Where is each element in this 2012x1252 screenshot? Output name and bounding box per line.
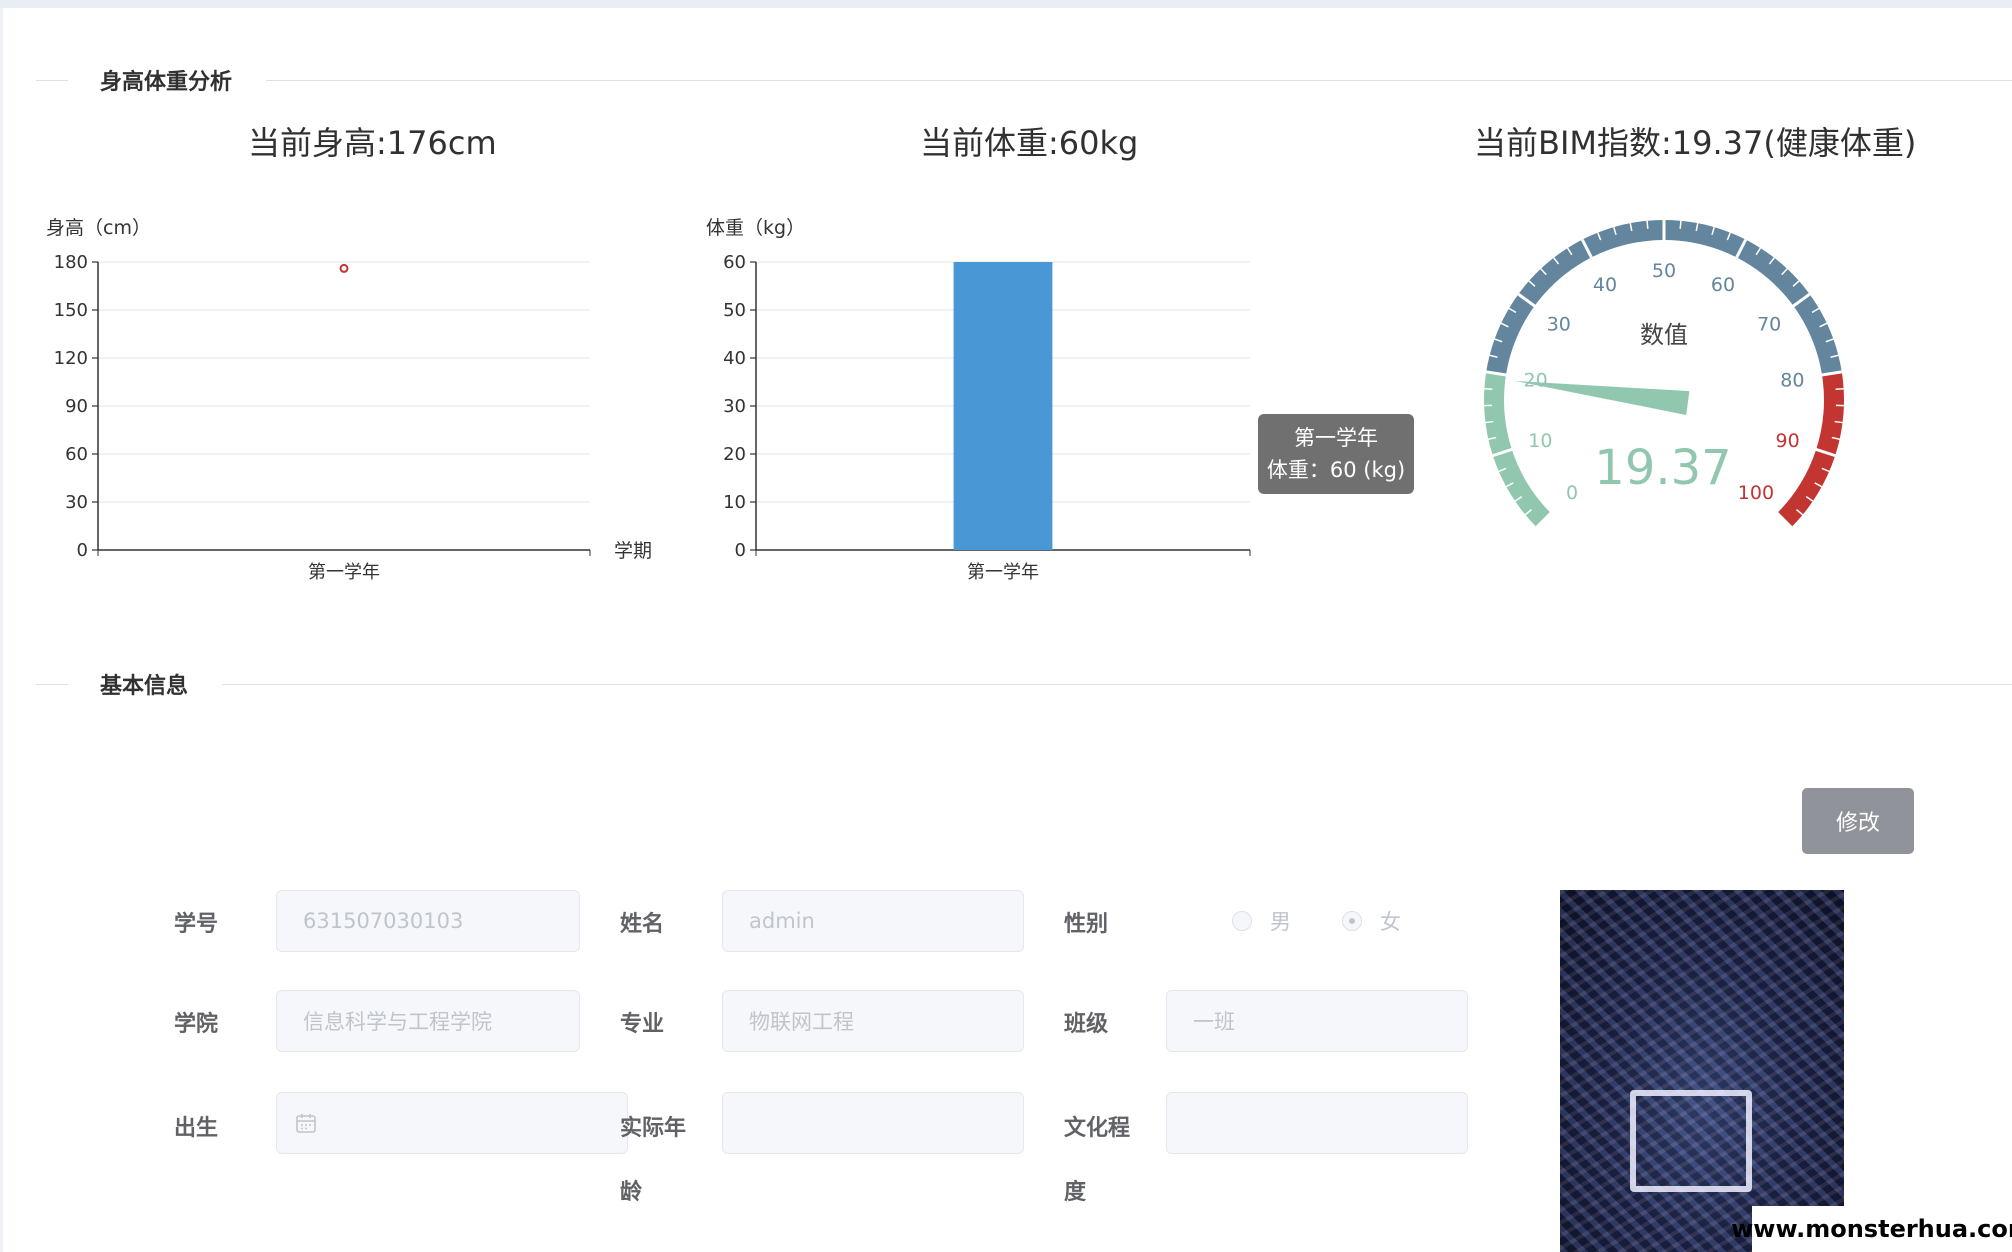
name-label: 姓名 <box>620 912 665 937</box>
weight-ytick-label: 20 <box>723 444 746 465</box>
height-chart: 身高（cm） 学期 0 30 60 90 120 150 180 第一学年 <box>46 217 652 583</box>
gauge-minor-tick <box>1646 220 1649 229</box>
height-ytick-label: 60 <box>65 444 88 465</box>
divider-line-left <box>36 684 68 685</box>
gender-radio-female[interactable]: 女 <box>1342 906 1401 936</box>
gauge-tick-label: 100 <box>1738 482 1774 504</box>
student-id-label: 学号 <box>174 912 219 937</box>
gauge-minor-tick <box>1835 387 1844 390</box>
bmi-gauge: 0 10 20 30 40 50 60 70 80 90 100 数值 19.37 <box>1484 220 1844 529</box>
gauge-band <box>1486 220 1842 375</box>
gauge-tick-label: 10 <box>1528 430 1552 452</box>
gauge-tick-label: 20 <box>1524 370 1548 392</box>
current-height-label: 当前身高:176cm <box>248 124 497 162</box>
chart-tooltip: 第一学年 体重：60 (kg) <box>1258 414 1414 494</box>
gauge-tick-label: 80 <box>1780 370 1804 392</box>
gauge-minor-tick <box>1679 220 1682 229</box>
age-label-line1: 实际年 <box>620 1116 687 1141</box>
college-field[interactable]: 信息科学与工程学院 <box>276 990 580 1052</box>
weight-ytick-label: 0 <box>735 540 746 561</box>
section-analysis-divider: 身高体重分析 <box>36 60 2012 100</box>
gauge-minor-tick <box>1485 420 1494 424</box>
divider-line-left <box>36 80 68 81</box>
gender-option-male-label: 男 <box>1270 910 1291 934</box>
class-field[interactable]: 一班 <box>1166 990 1468 1052</box>
weight-chart: 体重（kg） 0 10 20 30 40 50 60 第一学年 <box>706 217 1251 583</box>
gauge-value: 19.37 <box>1594 440 1731 496</box>
height-point <box>339 263 349 273</box>
current-weight-label: 当前体重:60kg <box>920 124 1139 162</box>
radio-checked-icon <box>1342 911 1362 931</box>
height-xtick-label: 第一学年 <box>308 562 380 583</box>
age-field[interactable] <box>722 1092 1024 1154</box>
gender-label: 性别 <box>1064 912 1109 937</box>
avatar-photo[interactable] <box>1560 890 1844 1252</box>
section-basic-divider: 基本信息 <box>36 664 2012 704</box>
weight-ytick-label: 30 <box>723 396 746 417</box>
divider-line-right <box>266 80 2012 81</box>
gauge-title: 数值 <box>1640 321 1688 349</box>
gauge-needle <box>1515 380 1690 415</box>
section-analysis-title: 身高体重分析 <box>100 70 233 95</box>
height-chart-ylabel: 身高（cm） <box>46 217 151 239</box>
student-id-field[interactable]: 631507030103 <box>276 890 580 952</box>
class-label: 班级 <box>1064 1012 1109 1037</box>
gauge-tick-label: 60 <box>1711 274 1735 296</box>
gauge-tick-label: 30 <box>1547 314 1571 336</box>
tooltip-category: 第一学年 <box>1294 426 1378 450</box>
education-label-line1: 文化程 <box>1064 1116 1131 1141</box>
weight-chart-ylabel: 体重（kg） <box>706 217 805 239</box>
age-label-line2: 龄 <box>620 1180 643 1205</box>
radio-circle-icon <box>1232 911 1252 931</box>
weight-ytick-label: 60 <box>723 252 746 273</box>
watermark-text: www.monsterhua.com <box>1731 1206 2012 1252</box>
photo-logo-mark <box>1630 1090 1752 1192</box>
weight-ytick-label: 50 <box>723 300 746 321</box>
gauge-minor-tick <box>1484 387 1493 390</box>
calendar-icon <box>296 1114 316 1133</box>
gender-option-female-label: 女 <box>1380 910 1401 934</box>
height-ytick-label: 120 <box>54 348 88 369</box>
education-field[interactable] <box>1166 1092 1468 1154</box>
height-ytick-label: 180 <box>54 252 88 273</box>
height-ytick-label: 90 <box>65 396 88 417</box>
divider-line-right <box>222 684 2012 685</box>
education-label-line2: 度 <box>1064 1180 1087 1205</box>
height-ytick-label: 0 <box>77 540 88 561</box>
gauge-tick-label: 70 <box>1757 314 1781 336</box>
height-ytick-label: 30 <box>65 492 88 513</box>
weight-bar <box>953 262 1053 550</box>
gender-radio-male[interactable]: 男 <box>1232 906 1291 936</box>
weight-ytick-label: 10 <box>723 492 746 513</box>
birth-date-picker[interactable] <box>276 1092 628 1154</box>
name-field[interactable]: admin <box>722 890 1024 952</box>
current-bmi-label: 当前BIM指数:19.37(健康体重) <box>1474 124 1917 162</box>
birth-label: 出生 <box>174 1116 219 1141</box>
major-field[interactable]: 物联网工程 <box>722 990 1024 1052</box>
top-bar <box>0 0 2012 8</box>
height-ytick-label: 150 <box>54 300 88 321</box>
college-label: 学院 <box>174 1012 219 1037</box>
weight-ytick-label: 40 <box>723 348 746 369</box>
gauge-tick-label: 0 <box>1566 482 1578 504</box>
gauge-tick-label: 50 <box>1652 260 1676 282</box>
edit-button[interactable]: 修改 <box>1802 788 1914 854</box>
left-border <box>0 8 3 1252</box>
section-basic-title: 基本信息 <box>100 674 189 699</box>
gauge-tick-label: 40 <box>1593 274 1617 296</box>
photo-texture <box>1560 890 1844 1252</box>
major-label: 专业 <box>620 1012 665 1037</box>
height-chart-xlabel: 学期 <box>614 540 652 562</box>
gauge-minor-tick <box>1834 420 1843 424</box>
gauge-tick-label: 90 <box>1776 430 1800 452</box>
weight-xtick-label: 第一学年 <box>967 562 1039 583</box>
tooltip-value: 体重：60 (kg) <box>1266 458 1406 482</box>
